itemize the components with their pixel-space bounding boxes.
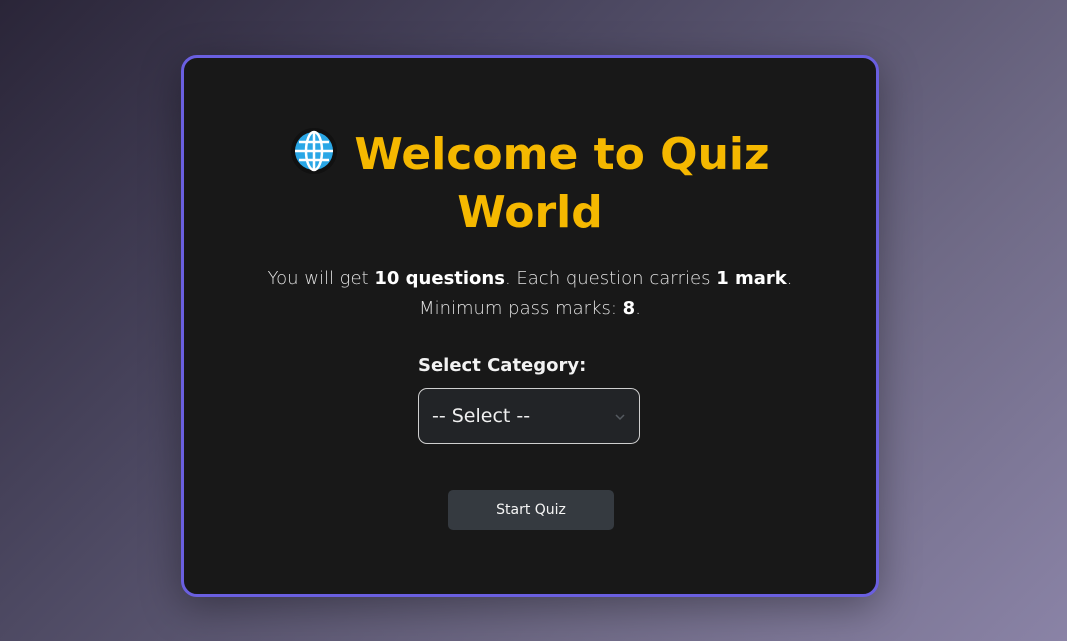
instructions-text: . <box>786 268 793 289</box>
chevron-down-icon <box>615 414 625 421</box>
instructions-text: . <box>635 298 641 319</box>
page-title: Welcome to Quiz World <box>184 126 876 242</box>
globe-icon <box>291 128 338 174</box>
mark-per-question: 1 mark <box>716 268 787 289</box>
question-count: 10 questions <box>374 268 505 289</box>
quiz-welcome-card: Welcome to Quiz World You will get 10 qu… <box>181 55 879 597</box>
instructions-text: You will get <box>267 268 375 289</box>
instructions-text: . Each question carries <box>504 268 717 289</box>
pass-marks-value: 8 <box>622 298 636 319</box>
pass-marks-label: Minimum pass marks: <box>419 298 623 319</box>
title-line-2: World <box>457 187 603 238</box>
category-label: Select Category: <box>418 355 587 376</box>
title-line-1: Welcome to Quiz <box>290 128 770 180</box>
category-select-value: -- Select -- <box>432 405 531 427</box>
category-select[interactable]: -- Select -- <box>418 388 640 444</box>
quiz-instructions: You will get 10 questions. Each question… <box>184 264 876 324</box>
start-quiz-button[interactable]: Start Quiz <box>448 490 614 530</box>
title-line-1-text: Welcome to Quiz <box>354 129 770 180</box>
